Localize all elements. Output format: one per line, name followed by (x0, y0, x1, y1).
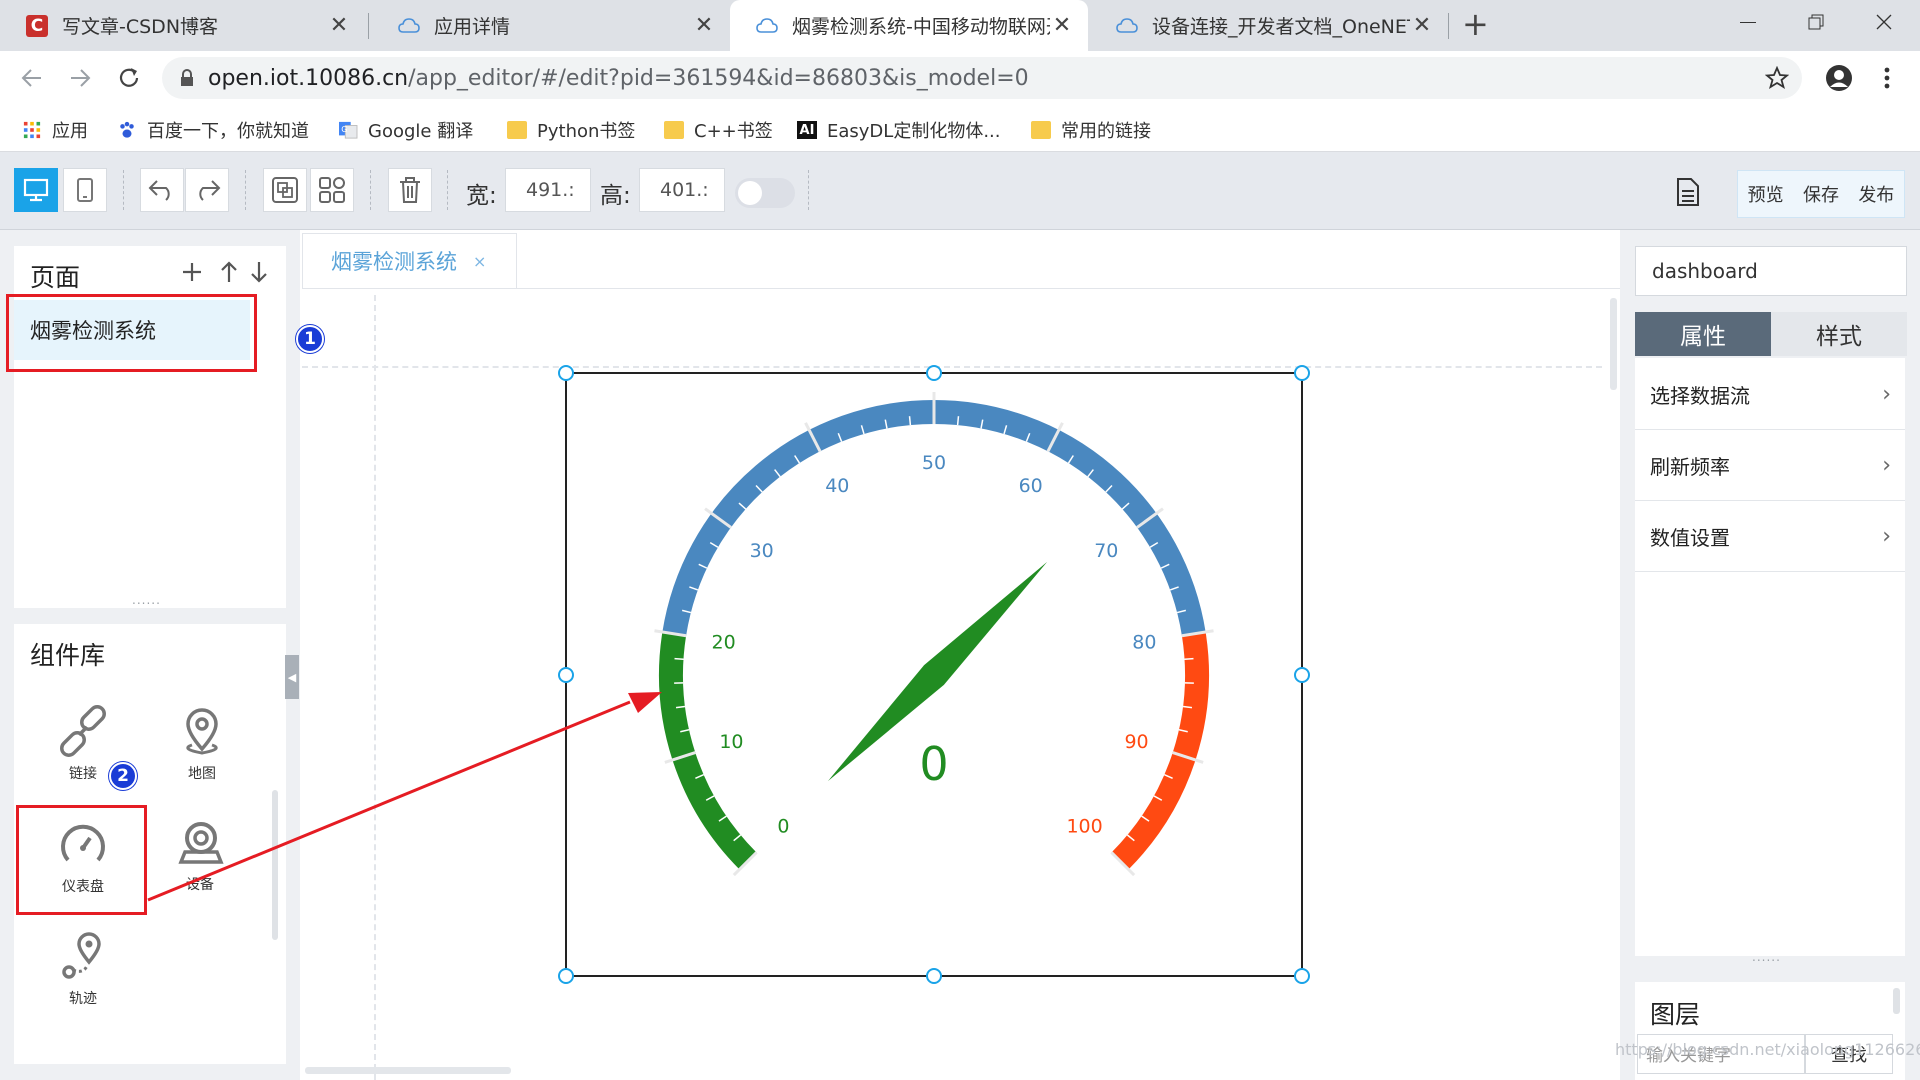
resize-handle-e[interactable] (1294, 667, 1310, 683)
watermark: https://blog.csdn.net/xiaolong1126626497 (1615, 1040, 1920, 1059)
tab-style[interactable]: 样式 (1771, 312, 1907, 356)
row-label: 数值设置 (1650, 526, 1730, 550)
resize-handle-se[interactable] (1294, 968, 1310, 984)
resize-handle-ne[interactable] (1294, 365, 1310, 381)
gauge-tick-label: 70 (1094, 540, 1118, 562)
select-datastream-row[interactable]: 选择数据流 › (1635, 360, 1905, 430)
gauge-minor-tick (1184, 657, 1194, 660)
resize-handle-n[interactable] (926, 365, 942, 381)
annotation-badge-1: 1 (296, 325, 324, 353)
annotation-arrow (147, 692, 662, 902)
gauge-tick-label: 100 (1066, 816, 1102, 838)
gauge-minor-tick (674, 657, 684, 660)
layers-title: 图层 (1650, 1000, 1701, 1029)
gauge-minor-tick (908, 416, 912, 426)
layers-scrollbar[interactable] (1893, 988, 1900, 1014)
value-settings-row[interactable]: 数值设置 › (1635, 502, 1905, 572)
gauge-tick-label: 0 (777, 816, 789, 838)
resize-handle-w[interactable] (558, 667, 574, 683)
tab-properties[interactable]: 属性 (1635, 312, 1771, 356)
annotation-badge-2: 2 (109, 762, 137, 790)
gauge-tick-label: 10 (719, 731, 743, 753)
resize-grip[interactable]: ...... (1752, 950, 1781, 964)
gauge-band-1 (662, 400, 1206, 636)
row-label: 选择数据流 (1650, 384, 1750, 408)
resize-handle-s[interactable] (926, 968, 942, 984)
chevron-right-icon: › (1882, 453, 1891, 478)
gauge-tick-label: 80 (1132, 632, 1156, 654)
gauge-value-readout: 0 (919, 737, 948, 791)
resize-handle-nw[interactable] (558, 365, 574, 381)
gauge-tick-label: 90 (1124, 731, 1148, 753)
resize-handle-sw[interactable] (558, 968, 574, 984)
gauge-tick-label: 40 (825, 475, 849, 497)
widget-type-field[interactable]: dashboard (1635, 246, 1907, 296)
refresh-rate-row[interactable]: 刷新频率 › (1635, 431, 1905, 501)
gauge-tick-label: 30 (750, 540, 774, 562)
row-label: 刷新频率 (1650, 455, 1730, 479)
gauge-tick-label: 60 (1019, 475, 1043, 497)
chevron-right-icon: › (1882, 524, 1891, 549)
gauge-minor-tick (956, 416, 960, 426)
gauge-tick-label: 20 (712, 632, 736, 654)
chevron-right-icon: › (1882, 382, 1891, 407)
gauge-tick-label: 50 (922, 452, 946, 474)
gauge-chart: 0 10 20 30 40 50 60 70 80 90 100 0 (654, 392, 1214, 877)
